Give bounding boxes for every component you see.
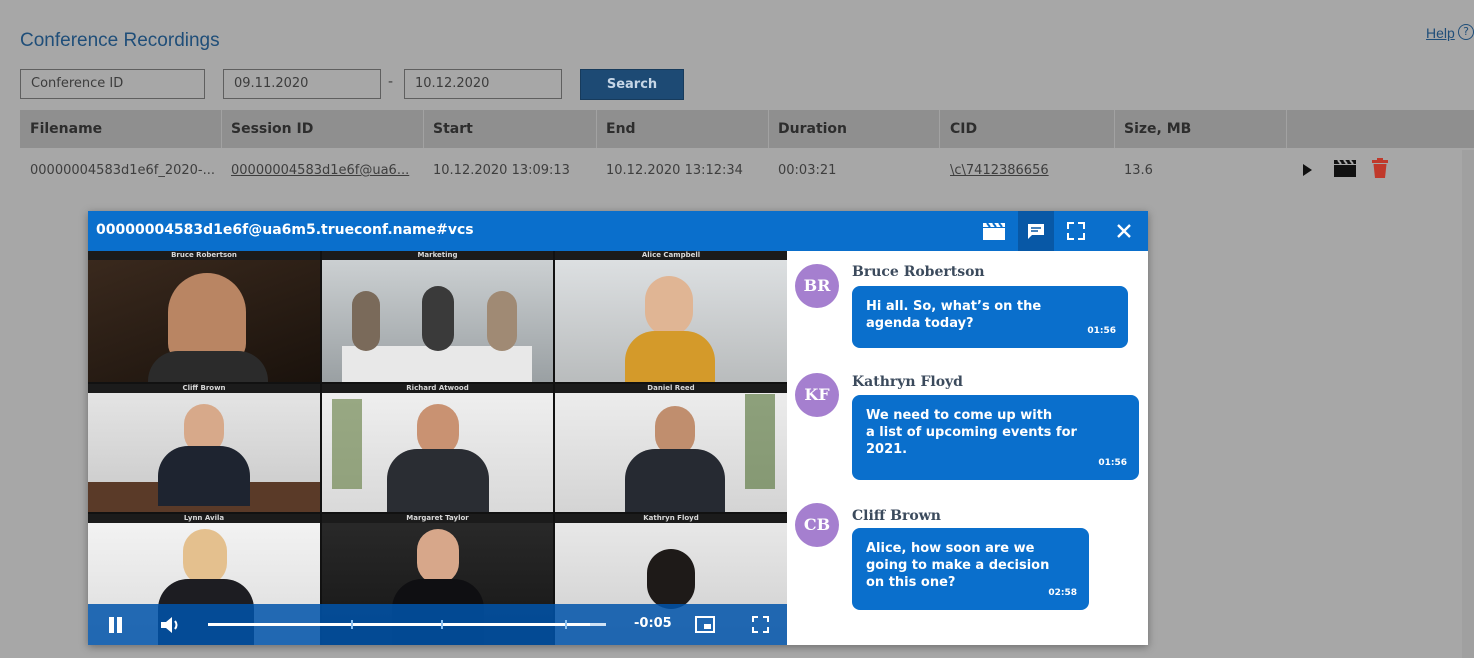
table-scrollbar[interactable] (1462, 150, 1474, 658)
message-author: Kathryn Floyd (852, 374, 963, 390)
question-circle-icon[interactable]: ? (1458, 24, 1474, 40)
help-link[interactable]: Help (1426, 25, 1455, 41)
tile-label: Margaret Taylor (322, 514, 553, 523)
message-author: Cliff Brown (852, 508, 941, 524)
message-line: We need to come up with (866, 408, 1053, 423)
play-icon[interactable] (1303, 164, 1312, 176)
column-header-size[interactable]: Size, MB (1124, 121, 1191, 137)
video-tile: Bruce Robertson (88, 251, 320, 382)
page-title: Conference Recordings (20, 30, 220, 51)
search-button[interactable]: Search (580, 69, 684, 100)
column-divider (1286, 110, 1287, 148)
date-from-input[interactable]: 09.11.2020 (223, 69, 381, 99)
tile-label: Kathryn Floyd (555, 514, 787, 523)
video-tile: Alice Campbell (555, 251, 787, 382)
video-tile: Cliff Brown (88, 384, 320, 512)
message-time: 01:56 (1098, 458, 1127, 468)
cell-filename: 00000004583d1e6f_2020-... (30, 163, 216, 178)
cell-duration: 00:03:21 (778, 163, 837, 178)
message-bubble: Alice, how soon are we going to make a d… (852, 528, 1089, 610)
message-line: a list of upcoming events for (866, 425, 1077, 440)
time-remaining: -0:05 (634, 616, 672, 631)
video-tile: Marketing (322, 251, 553, 382)
avatar: CB (795, 503, 839, 547)
message-line: on this one? (866, 575, 956, 590)
volume-icon[interactable] (160, 615, 182, 635)
chat-marker (565, 620, 567, 629)
cell-cid[interactable]: \c\7412386656 (950, 163, 1049, 178)
message-time: 02:58 (1048, 588, 1077, 598)
picture-in-picture-icon[interactable] (695, 616, 715, 633)
column-divider (1114, 110, 1115, 148)
message-line: going to make a decision (866, 558, 1050, 573)
tile-label: Lynn Avila (88, 514, 320, 523)
player-controls: -0:05 (88, 604, 787, 645)
video-tile: Richard Atwood (322, 384, 553, 512)
cell-size: 13.6 (1124, 163, 1153, 178)
tile-label: Alice Campbell (555, 251, 787, 260)
tile-label: Marketing (322, 251, 553, 260)
column-header-start[interactable]: Start (433, 121, 473, 137)
tile-label: Daniel Reed (555, 384, 787, 393)
chat-panel: BR Bruce Robertson Hi all. So, what’s on… (787, 251, 1148, 645)
column-divider (596, 110, 597, 148)
message-bubble: Hi all. So, what’s on the agenda today? … (852, 286, 1128, 348)
message-bubble: We need to come up with a list of upcomi… (852, 395, 1139, 480)
fullscreen-icon[interactable] (1058, 211, 1094, 251)
video-tile: Daniel Reed (555, 384, 787, 512)
column-header-session-id[interactable]: Session ID (231, 121, 313, 137)
progress-track[interactable] (208, 620, 606, 629)
avatar: KF (795, 373, 839, 417)
message-line: Alice, how soon are we (866, 541, 1035, 556)
chat-marker (441, 620, 443, 629)
message-author: Bruce Robertson (852, 264, 985, 280)
clapperboard-icon[interactable] (1334, 160, 1356, 177)
column-header-cid[interactable]: CID (950, 121, 977, 137)
date-to-input[interactable]: 10.12.2020 (404, 69, 562, 99)
column-header-duration[interactable]: Duration (778, 121, 847, 137)
cell-session-id[interactable]: 00000004583d1e6f@ua6... (231, 163, 409, 178)
column-divider (939, 110, 940, 148)
cell-end: 10.12.2020 13:12:34 (606, 163, 743, 178)
chat-marker (351, 620, 353, 629)
avatar: BR (795, 264, 839, 308)
date-separator: - (388, 74, 394, 90)
trash-icon[interactable] (1372, 158, 1388, 178)
message-line: Hi all. So, what’s on the (866, 299, 1042, 314)
column-header-end[interactable]: End (606, 121, 636, 137)
video-player[interactable]: Bruce Robertson Marketing Alice Campbell… (88, 251, 787, 645)
column-header-filename[interactable]: Filename (30, 121, 102, 137)
column-divider (221, 110, 222, 148)
column-divider (423, 110, 424, 148)
fullscreen-icon[interactable] (752, 616, 769, 633)
player-title: 00000004583d1e6f@ua6m5.trueconf.name#vcs (96, 222, 474, 238)
conference-id-input[interactable]: Conference ID (20, 69, 205, 99)
tile-label: Bruce Robertson (88, 251, 320, 260)
chat-icon[interactable] (1018, 211, 1054, 251)
column-divider (768, 110, 769, 148)
tile-label: Cliff Brown (88, 384, 320, 393)
progress-fill (208, 623, 591, 626)
cell-start: 10.12.2020 13:09:13 (433, 163, 570, 178)
message-line: agenda today? (866, 316, 974, 331)
pause-icon[interactable] (108, 617, 124, 633)
message-line: 2021. (866, 442, 908, 457)
tile-label: Richard Atwood (322, 384, 553, 393)
close-icon[interactable] (1106, 211, 1142, 251)
message-time: 01:56 (1087, 326, 1116, 336)
clapperboard-icon[interactable] (976, 211, 1012, 251)
